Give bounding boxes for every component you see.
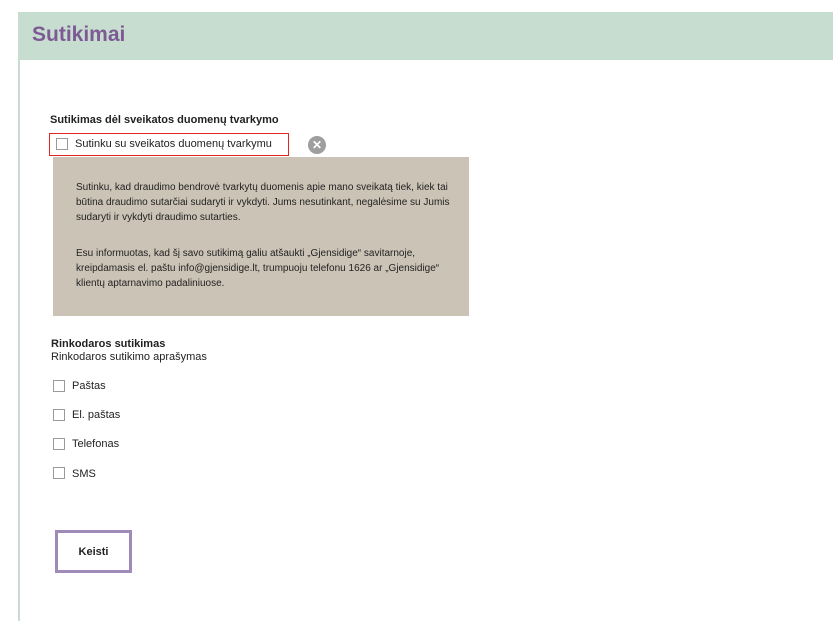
change-button[interactable]: Keisti xyxy=(55,530,132,573)
marketing-title: Rinkodaros sutikimas xyxy=(51,338,166,350)
panel-header: Sutikimai xyxy=(18,12,833,60)
page-title: Sutikimai xyxy=(32,23,126,46)
health-consent-info-box: Sutinku, kad draudimo bendrovė tvarkytų … xyxy=(53,157,469,316)
health-consent-checkbox[interactable] xyxy=(56,138,68,150)
marketing-description: Rinkodaros sutikimo aprašymas xyxy=(51,351,207,363)
sms-label[interactable]: SMS xyxy=(72,468,96,480)
email-label[interactable]: El. paštas xyxy=(72,409,120,421)
page: Sutikimai Sutikimas dėl sveikatos duomen… xyxy=(0,0,833,621)
post-checkbox[interactable] xyxy=(53,380,65,392)
health-consent-highlight: Sutinku su sveikatos duomenų tvarkymu xyxy=(49,133,289,156)
phone-label[interactable]: Telefonas xyxy=(72,438,119,450)
phone-checkbox[interactable] xyxy=(53,438,65,450)
info-paragraph-2: Esu informuotas, kad šį savo sutikimą ga… xyxy=(76,248,440,289)
consents-panel xyxy=(18,12,833,621)
email-checkbox[interactable] xyxy=(53,409,65,421)
info-paragraph-1: Sutinku, kad draudimo bendrovė tvarkytų … xyxy=(76,182,450,223)
post-label[interactable]: Paštas xyxy=(72,380,106,392)
health-consent-label[interactable]: Sutinku su sveikatos duomenų tvarkymu xyxy=(75,138,272,150)
close-circle-icon[interactable]: ✕ xyxy=(308,136,326,154)
health-consent-title: Sutikimas dėl sveikatos duomenų tvarkymo xyxy=(50,114,279,126)
sms-checkbox[interactable] xyxy=(53,467,65,479)
